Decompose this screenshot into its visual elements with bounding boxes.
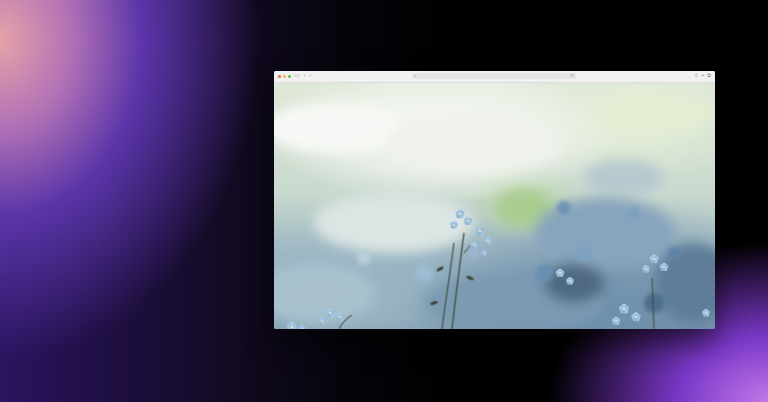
- back-icon[interactable]: ‹: [304, 74, 306, 79]
- shield-icon: ◐: [414, 73, 417, 78]
- new-tab-icon[interactable]: +: [702, 73, 705, 79]
- forget-me-not-photo: [274, 91, 715, 329]
- browser-toolbar: ▭ ‹ › ◐ ↻ ⇧ + ⧉: [274, 71, 715, 83]
- bokeh-background: [274, 91, 715, 329]
- close-window-button[interactable]: [278, 75, 281, 78]
- reload-icon[interactable]: ↻: [571, 74, 574, 78]
- forward-icon[interactable]: ›: [309, 74, 311, 79]
- page-content: [274, 83, 715, 329]
- address-bar[interactable]: ◐ ↻: [412, 73, 576, 79]
- minimize-window-button[interactable]: [283, 75, 286, 78]
- traffic-lights: [278, 75, 291, 78]
- toolbar-right-icons: ⇧ + ⧉: [694, 73, 711, 79]
- maximize-window-button[interactable]: [288, 75, 291, 78]
- sidebar-icon[interactable]: ▭: [295, 74, 300, 79]
- browser-window: ▭ ‹ › ◐ ↻ ⇧ + ⧉: [274, 71, 715, 329]
- share-icon[interactable]: ⇧: [694, 73, 698, 79]
- tabs-icon[interactable]: ⧉: [707, 73, 711, 79]
